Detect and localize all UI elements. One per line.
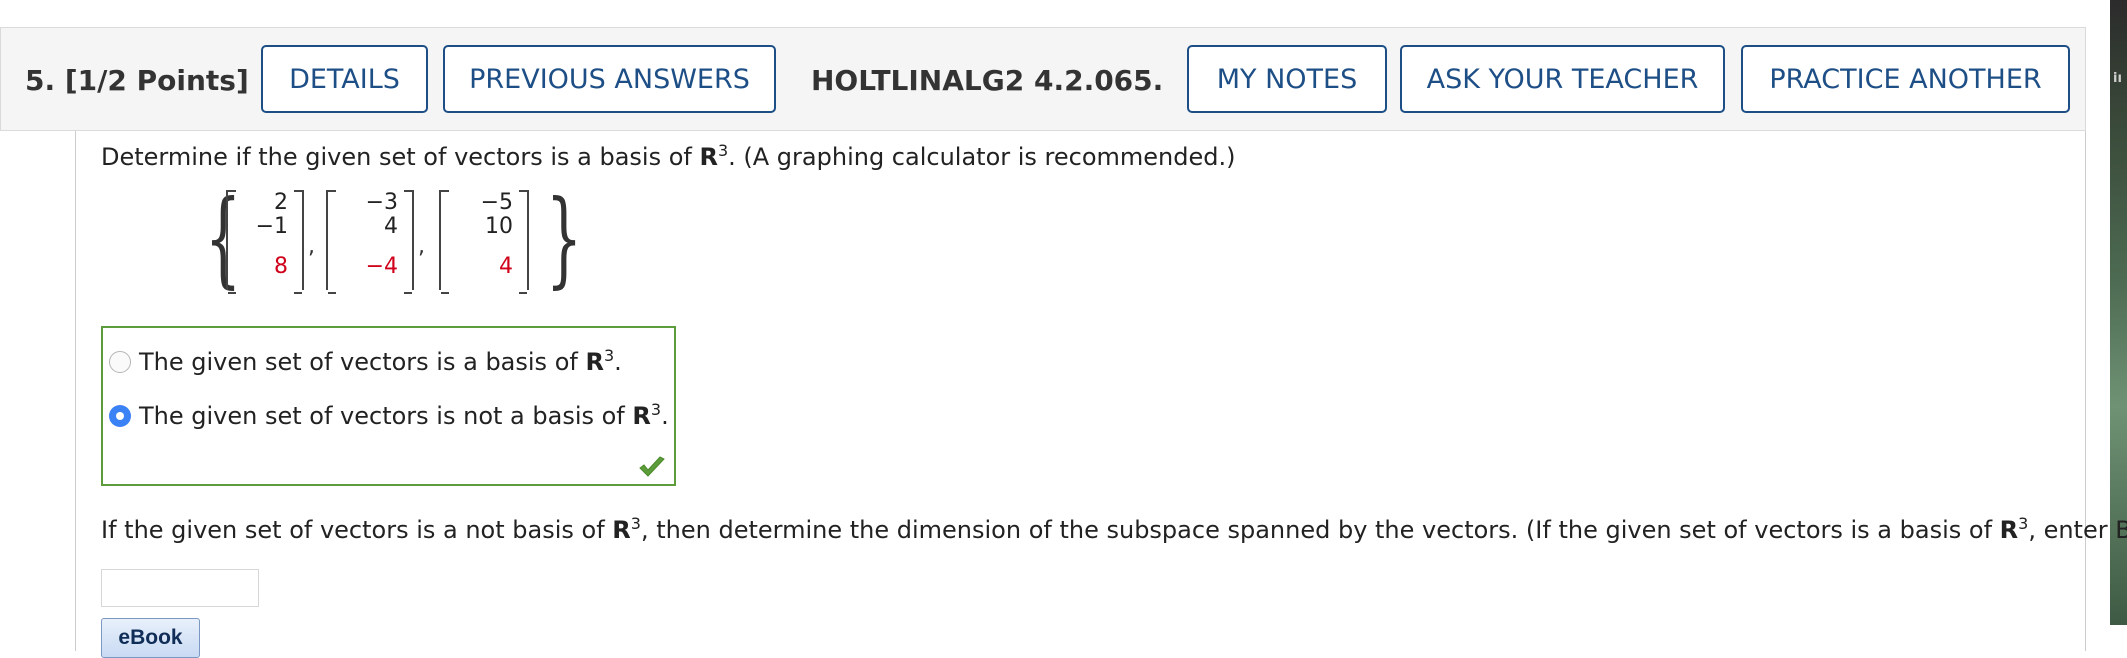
vector-2-entry-1: −3 xyxy=(365,190,398,215)
question-card: 5. [1/2 Points] DETAILS PREVIOUS ANSWERS… xyxy=(0,27,2127,658)
assignment-code: HOLTLINALG2 4.2.065. xyxy=(811,64,1164,97)
vector-separator: , xyxy=(308,234,315,259)
cut-off-glyph: iı xyxy=(2113,71,2122,86)
vector-1-entry-1: 2 xyxy=(274,190,288,215)
ask-your-teacher-button[interactable]: ASK YOUR TEACHER xyxy=(1400,45,1725,113)
vector-2-entry-3: −4 xyxy=(365,254,398,279)
vector-2: −3 4 −4 xyxy=(326,190,414,294)
vector-2-entry-2: 4 xyxy=(384,214,398,239)
details-button[interactable]: DETAILS xyxy=(261,45,428,113)
option-label: The given set of vectors is a basis of R… xyxy=(139,346,622,377)
previous-answers-button[interactable]: PREVIOUS ANSWERS xyxy=(443,45,776,113)
question-number: 5. [1/2 Points] xyxy=(25,64,249,97)
vector-set: { 2 −1 8 , −3 4 −4 , −5 10 4 } xyxy=(196,186,582,296)
question-prompt: Determine if the given set of vectors is… xyxy=(101,141,1236,172)
vector-1-entry-3: 8 xyxy=(274,254,288,279)
practice-another-button[interactable]: PRACTICE ANOTHER xyxy=(1741,45,2070,113)
option-label: The given set of vectors is not a basis … xyxy=(139,400,669,431)
radio-button[interactable] xyxy=(109,405,131,427)
option-is-basis[interactable]: The given set of vectors is a basis of R… xyxy=(109,348,622,376)
points-label: [1/2 Points] xyxy=(64,64,249,97)
vector-separator: , xyxy=(418,234,425,259)
vector-3-entry-2: 10 xyxy=(485,214,513,239)
option-not-basis[interactable]: The given set of vectors is not a basis … xyxy=(109,402,669,430)
question-body: Determine if the given set of vectors is… xyxy=(75,131,2127,658)
dimension-answer-input[interactable] xyxy=(101,569,259,607)
radio-button[interactable] xyxy=(109,351,131,373)
vector-3-entry-3: 4 xyxy=(499,254,513,279)
my-notes-button[interactable]: MY NOTES xyxy=(1187,45,1387,113)
vector-3: −5 10 4 xyxy=(439,190,529,294)
question-header: 5. [1/2 Points] DETAILS PREVIOUS ANSWERS… xyxy=(0,27,2086,131)
vector-3-entry-1: −5 xyxy=(480,190,513,215)
right-brace: } xyxy=(545,177,583,299)
vector-1-entry-2: −1 xyxy=(255,214,288,239)
vector-1: 2 −1 8 xyxy=(226,190,304,294)
checkmark-icon xyxy=(639,456,665,477)
answer-options: The given set of vectors is a basis of R… xyxy=(101,326,676,486)
followup-prompt: If the given set of vectors is a not bas… xyxy=(101,514,2127,545)
ebook-button[interactable]: eBook xyxy=(101,618,200,658)
